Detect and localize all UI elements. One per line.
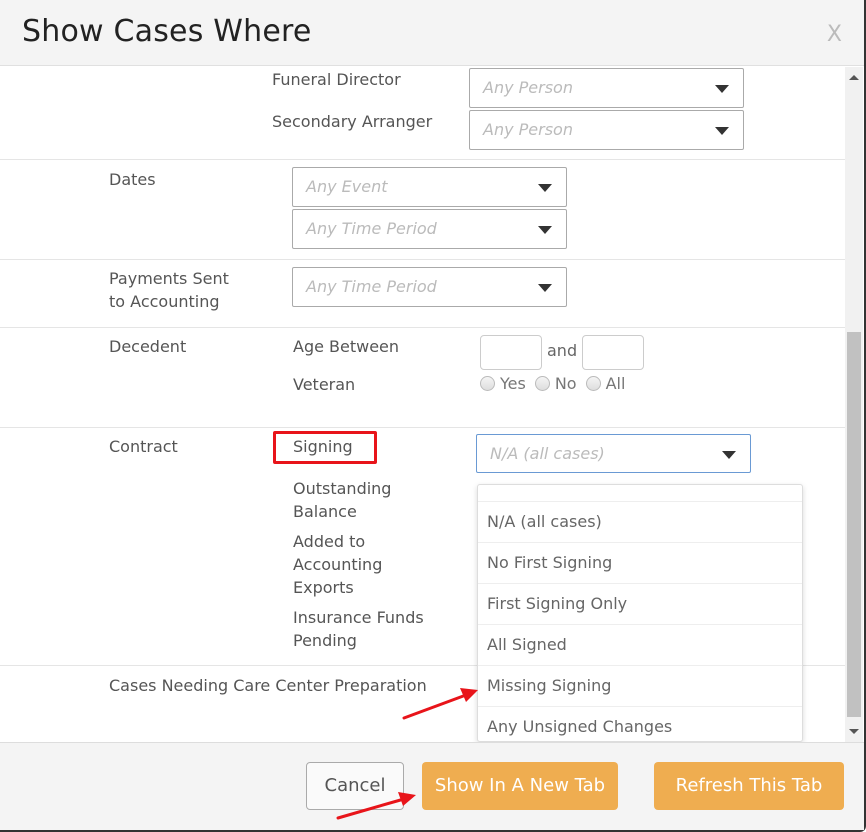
modal-body: Funeral Director Any Person Secondary Ar… — [0, 67, 846, 742]
age-between-label: Age Between — [293, 337, 400, 356]
and-label: and — [547, 341, 578, 360]
annotation-highlight-box — [273, 431, 377, 464]
payments-label-line1: Payments Sent — [109, 269, 229, 288]
secondary-arranger-label: Secondary Arranger — [272, 112, 433, 131]
modal-footer: Cancel Show In A New Tab Refresh This Ta… — [0, 742, 864, 830]
accounting-exports-label-line1: Added to — [293, 532, 366, 551]
veteran-radio-group: Yes No All — [480, 374, 634, 393]
dropdown-option-no-first-signing[interactable]: No First Signing — [478, 543, 802, 584]
show-in-new-tab-button[interactable]: Show In A New Tab — [422, 762, 618, 810]
divider — [0, 327, 845, 328]
scroll-up-arrow-icon[interactable] — [849, 75, 859, 80]
scroll-down-arrow-icon[interactable] — [849, 729, 859, 734]
signing-select[interactable]: N/A (all cases) — [476, 434, 751, 473]
decedent-label: Decedent — [109, 337, 187, 356]
dropdown-option-missing-signing[interactable]: Missing Signing — [478, 666, 802, 707]
dropdown-option-any-unsigned-changes[interactable]: Any Unsigned Changes — [478, 707, 802, 741]
chevron-down-icon — [715, 85, 729, 93]
accounting-exports-label-line2: Accounting — [293, 555, 383, 574]
dates-period-value: Any Time Period — [306, 219, 437, 238]
age-to-input[interactable] — [582, 335, 644, 370]
secondary-arranger-select[interactable]: Any Person — [469, 110, 744, 150]
veteran-all-radio[interactable]: All — [585, 374, 625, 393]
insurance-funds-label-line2: Pending — [293, 631, 357, 650]
veteran-yes-radio[interactable]: Yes — [480, 374, 526, 393]
secondary-arranger-value: Any Person — [483, 120, 573, 139]
scrollbar-thumb[interactable] — [847, 332, 861, 717]
modal-title: Show Cases Where — [22, 14, 312, 49]
chevron-down-icon — [538, 284, 552, 292]
dropdown-search-area — [478, 485, 802, 502]
chevron-down-icon — [722, 451, 736, 459]
dropdown-option-all-signed[interactable]: All Signed — [478, 625, 802, 666]
refresh-this-tab-button[interactable]: Refresh This Tab — [654, 762, 844, 810]
accounting-exports-label-line3: Exports — [293, 578, 354, 597]
divider — [0, 159, 845, 160]
payments-period-value: Any Time Period — [306, 277, 437, 296]
show-cases-modal: Show Cases Where X Funeral Director Any … — [0, 0, 866, 832]
radio-circle-icon — [480, 376, 495, 391]
payments-label-line2: to Accounting — [109, 292, 220, 311]
contract-label: Contract — [109, 437, 178, 456]
payments-period-select[interactable]: Any Time Period — [292, 267, 567, 307]
chevron-down-icon — [538, 184, 552, 192]
divider — [0, 427, 845, 428]
age-from-input[interactable] — [480, 335, 542, 370]
dropdown-option-na[interactable]: N/A (all cases) — [478, 502, 802, 543]
dates-event-value: Any Event — [306, 177, 388, 196]
chevron-down-icon — [538, 226, 552, 234]
signing-value: N/A (all cases) — [490, 444, 605, 463]
funeral-director-label: Funeral Director — [272, 70, 401, 89]
vertical-scrollbar[interactable] — [845, 67, 863, 742]
chevron-down-icon — [715, 127, 729, 135]
dates-label: Dates — [109, 170, 156, 189]
divider — [0, 259, 845, 260]
veteran-no-radio[interactable]: No — [534, 374, 577, 393]
funeral-director-select[interactable]: Any Person — [469, 68, 744, 108]
close-button[interactable]: X — [827, 22, 842, 47]
care-center-label: Cases Needing Care Center Preparation — [109, 676, 427, 695]
dates-period-select[interactable]: Any Time Period — [292, 209, 567, 249]
outstanding-balance-label-line2: Balance — [293, 502, 357, 521]
signing-dropdown-menu: N/A (all cases) No First Signing First S… — [477, 484, 803, 742]
outstanding-balance-label-line1: Outstanding — [293, 479, 392, 498]
funeral-director-value: Any Person — [483, 78, 573, 97]
cancel-button[interactable]: Cancel — [306, 762, 404, 810]
radio-circle-icon — [585, 376, 601, 391]
veteran-label: Veteran — [293, 375, 356, 394]
modal-header: Show Cases Where X — [0, 0, 864, 66]
dates-event-select[interactable]: Any Event — [292, 167, 567, 207]
dropdown-option-first-signing-only[interactable]: First Signing Only — [478, 584, 802, 625]
insurance-funds-label-line1: Insurance Funds — [293, 608, 424, 627]
radio-circle-icon — [534, 376, 550, 391]
